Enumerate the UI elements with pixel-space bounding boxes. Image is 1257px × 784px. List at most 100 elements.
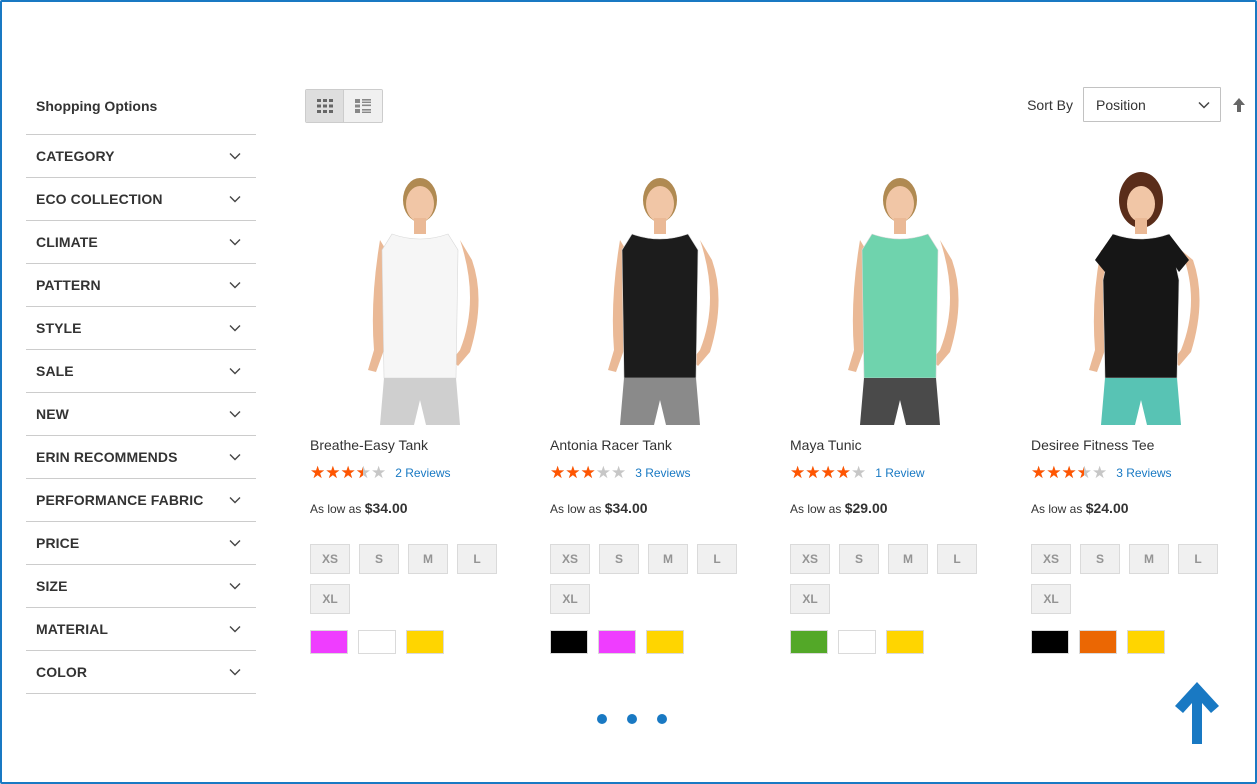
color-option[interactable] xyxy=(310,630,348,654)
product-card: Breathe-Easy Tank ★★★★★★★★★★ 2 Reviews As l… xyxy=(310,160,530,654)
size-swatches: XS S M L XL xyxy=(310,544,540,624)
filter-erin-recommends[interactable]: ERIN RECOMMENDS xyxy=(26,436,256,479)
filter-label: SIZE xyxy=(36,578,68,594)
product-card: Desiree Fitness Tee ★★★★★★★★★★ 3 Reviews As… xyxy=(1031,160,1251,654)
product-image[interactable] xyxy=(1031,160,1251,425)
size-option-m[interactable]: M xyxy=(888,544,928,574)
size-option-m[interactable]: M xyxy=(648,544,688,574)
chevron-down-icon xyxy=(229,626,241,633)
sort-direction-arrow-up-icon[interactable] xyxy=(1233,97,1245,112)
product-name-link[interactable]: Maya Tunic xyxy=(790,437,1010,455)
sort-by-label: Sort By xyxy=(1027,96,1073,113)
product-card: Maya Tunic ★★★★★★★★★★ 1 Review As low as $2… xyxy=(790,160,1010,654)
color-option[interactable] xyxy=(1127,630,1165,654)
color-swatches xyxy=(310,630,530,654)
rating-stars-icon: ★★★★★★★★★★ xyxy=(310,463,387,482)
filter-pattern[interactable]: PATTERN xyxy=(26,264,256,307)
price-box: As low as $29.00 xyxy=(790,500,1010,516)
filter-climate[interactable]: CLIMATE xyxy=(26,221,256,264)
chevron-down-icon xyxy=(229,411,241,418)
filter-label: ERIN RECOMMENDS xyxy=(36,449,178,465)
size-option-s[interactable]: S xyxy=(839,544,879,574)
reviews-link[interactable]: 3 Reviews xyxy=(635,466,690,480)
filter-style[interactable]: STYLE xyxy=(26,307,256,350)
grid-icon xyxy=(316,99,333,113)
sidebar-title: Shopping Options xyxy=(36,98,158,114)
color-option[interactable] xyxy=(790,630,828,654)
filter-price[interactable]: PRICE xyxy=(26,522,256,565)
filter-new[interactable]: NEW xyxy=(26,393,256,436)
size-option-xs[interactable]: XS xyxy=(790,544,830,574)
size-option-xl[interactable]: XL xyxy=(310,584,350,614)
price-value: $29.00 xyxy=(844,500,888,516)
price-value: $34.00 xyxy=(604,500,648,516)
color-option[interactable] xyxy=(358,630,396,654)
product-image[interactable] xyxy=(550,160,770,425)
grid-view-button[interactable] xyxy=(306,90,344,122)
chevron-down-icon xyxy=(229,583,241,590)
product-name-link[interactable]: Antonia Racer Tank xyxy=(550,437,770,455)
color-option[interactable] xyxy=(598,630,636,654)
product-name-link[interactable]: Desiree Fitness Tee xyxy=(1031,437,1251,455)
size-option-m[interactable]: M xyxy=(1129,544,1169,574)
sort-by-value: Position xyxy=(1096,96,1146,113)
reviews-link[interactable]: 1 Review xyxy=(875,466,924,480)
size-option-l[interactable]: L xyxy=(457,544,497,574)
color-option[interactable] xyxy=(550,630,588,654)
filter-label: COLOR xyxy=(36,664,88,680)
list-icon xyxy=(355,99,371,113)
color-option[interactable] xyxy=(886,630,924,654)
price-prefix: As low as xyxy=(550,502,602,516)
sort-by-select[interactable]: Position xyxy=(1083,87,1221,122)
filter-size[interactable]: SIZE xyxy=(26,565,256,608)
product-card: Antonia Racer Tank ★★★★★★★★★★ 3 Reviews As … xyxy=(550,160,770,654)
color-option[interactable] xyxy=(1079,630,1117,654)
reviews-link[interactable]: 3 Reviews xyxy=(1116,466,1171,480)
size-option-xl[interactable]: XL xyxy=(1031,584,1071,614)
carousel-dot[interactable] xyxy=(657,714,667,724)
color-swatches xyxy=(1031,630,1251,654)
filter-label: SALE xyxy=(36,363,74,379)
chevron-down-icon xyxy=(229,196,241,203)
price-box: As low as $34.00 xyxy=(310,500,530,516)
filter-color[interactable]: COLOR xyxy=(26,651,256,694)
sorter: Sort By Position xyxy=(1027,87,1245,122)
color-option[interactable] xyxy=(1031,630,1069,654)
size-option-xs[interactable]: XS xyxy=(1031,544,1071,574)
size-option-l[interactable]: L xyxy=(697,544,737,574)
filter-category[interactable]: CATEGORY xyxy=(26,135,256,178)
size-option-xs[interactable]: XS xyxy=(550,544,590,574)
price-box: As low as $24.00 xyxy=(1031,500,1251,516)
price-value: $34.00 xyxy=(364,500,408,516)
scroll-up-arrow-icon[interactable] xyxy=(1172,680,1222,746)
chevron-down-icon xyxy=(229,669,241,676)
product-image[interactable] xyxy=(790,160,1010,425)
product-image[interactable] xyxy=(310,160,530,425)
size-option-s[interactable]: S xyxy=(359,544,399,574)
carousel-dot[interactable] xyxy=(597,714,607,724)
size-option-xl[interactable]: XL xyxy=(790,584,830,614)
product-name-link[interactable]: Breathe-Easy Tank xyxy=(310,437,530,455)
filter-performance-fabric[interactable]: PERFORMANCE FABRIC xyxy=(26,479,256,522)
size-option-xs[interactable]: XS xyxy=(310,544,350,574)
filter-label: ECO COLLECTION xyxy=(36,191,163,207)
filter-list: CATEGORY ECO COLLECTION CLIMATE PATTERN STYL… xyxy=(26,134,256,694)
list-view-button[interactable] xyxy=(344,90,382,122)
filter-sale[interactable]: SALE xyxy=(26,350,256,393)
color-option[interactable] xyxy=(406,630,444,654)
reviews-link[interactable]: 2 Reviews xyxy=(395,466,450,480)
size-option-m[interactable]: M xyxy=(408,544,448,574)
size-option-xl[interactable]: XL xyxy=(550,584,590,614)
color-option[interactable] xyxy=(646,630,684,654)
size-option-s[interactable]: S xyxy=(1080,544,1120,574)
size-option-l[interactable]: L xyxy=(1178,544,1218,574)
filter-material[interactable]: MATERIAL xyxy=(26,608,256,651)
price-prefix: As low as xyxy=(310,502,362,516)
size-option-l[interactable]: L xyxy=(937,544,977,574)
filter-eco-collection[interactable]: ECO COLLECTION xyxy=(26,178,256,221)
size-option-s[interactable]: S xyxy=(599,544,639,574)
chevron-down-icon xyxy=(229,454,241,461)
chevron-down-icon xyxy=(229,239,241,246)
carousel-dot[interactable] xyxy=(627,714,637,724)
color-option[interactable] xyxy=(838,630,876,654)
